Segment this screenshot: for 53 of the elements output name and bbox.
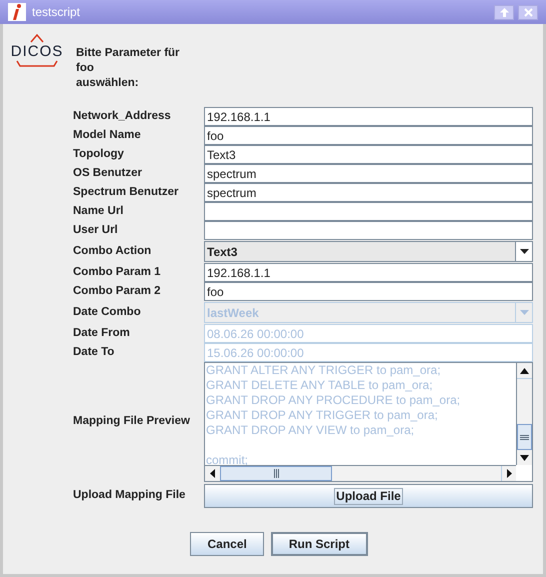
field-label: Combo Param 2 bbox=[73, 284, 162, 299]
field-label: Upload Mapping File bbox=[73, 488, 186, 504]
text-field[interactable] bbox=[204, 221, 533, 240]
text-field[interactable]: foo bbox=[204, 282, 533, 301]
field-label: Spectrum Benutzer bbox=[73, 184, 180, 200]
text-line: GRANT DELETE ANY TABLE to pam_ora; bbox=[206, 378, 434, 393]
arrow-up-icon bbox=[500, 8, 508, 16]
dialog-button[interactable]: Cancel bbox=[190, 532, 264, 556]
left-arrow-icon bbox=[210, 469, 215, 478]
field-label: Combo Param 1 bbox=[73, 264, 162, 280]
field-label: Model Name bbox=[73, 128, 142, 143]
dropdown[interactable]: Text3 bbox=[204, 241, 533, 262]
logo-bottom-icon bbox=[16, 60, 58, 67]
up-arrow-icon bbox=[520, 368, 529, 374]
text-field[interactable]: foo bbox=[204, 126, 533, 145]
caret-icon bbox=[520, 249, 528, 254]
field-label: Date From bbox=[73, 326, 131, 341]
down-arrow-icon bbox=[520, 454, 529, 460]
right-arrow-icon bbox=[506, 469, 512, 478]
text-field[interactable]: 192.168.1.1 bbox=[204, 263, 533, 282]
prompt-text: auswählen: bbox=[76, 76, 140, 91]
upload-button[interactable]: Upload File bbox=[204, 484, 533, 508]
dropdown-value: Text3 bbox=[206, 244, 238, 260]
field-label: Mapping File Preview bbox=[73, 414, 191, 430]
dialog-button[interactable]: Run Script bbox=[270, 532, 368, 556]
caret-icon bbox=[520, 310, 528, 315]
prompt-text: Bitte Parameter für bbox=[76, 46, 180, 61]
close-icon bbox=[524, 8, 532, 16]
prompt-text: foo bbox=[76, 61, 95, 76]
field-label: Network_Address bbox=[73, 108, 172, 124]
field-label: Name Url bbox=[73, 204, 124, 219]
field-label: Date To bbox=[73, 344, 116, 360]
text-field[interactable]: spectrum bbox=[204, 164, 533, 183]
text-field[interactable]: spectrum bbox=[204, 183, 533, 202]
maximize-button[interactable] bbox=[494, 4, 514, 20]
text-line: GRANT DROP ANY TRIGGER to pam_ora; bbox=[206, 408, 439, 423]
text-line: GRANT DROP ANY PROCEDURE to pam_ora; bbox=[206, 393, 462, 408]
text-line: GRANT ALTER ANY TRIGGER to pam_ora; bbox=[206, 363, 442, 378]
field-label: User Url bbox=[73, 222, 119, 238]
logo-text: DICOS bbox=[10, 43, 64, 60]
app-icon bbox=[8, 3, 26, 21]
dropdown-value: lastWeek bbox=[206, 304, 260, 322]
text-field[interactable]: Text3 bbox=[204, 145, 533, 164]
window-title: testscript bbox=[32, 4, 82, 21]
logo-top-icon bbox=[30, 34, 44, 43]
field-label: Combo Action bbox=[73, 244, 152, 259]
field-label: Date Combo bbox=[73, 304, 142, 320]
close-button[interactable] bbox=[518, 4, 538, 20]
field-label: OS Benutzer bbox=[73, 166, 144, 181]
text-line: GRANT DROP ANY VIEW to pam_ora; bbox=[206, 423, 416, 438]
field-label: Topology bbox=[73, 146, 125, 162]
text-field[interactable] bbox=[204, 202, 533, 221]
text-field[interactable]: 192.168.1.1 bbox=[204, 107, 533, 126]
